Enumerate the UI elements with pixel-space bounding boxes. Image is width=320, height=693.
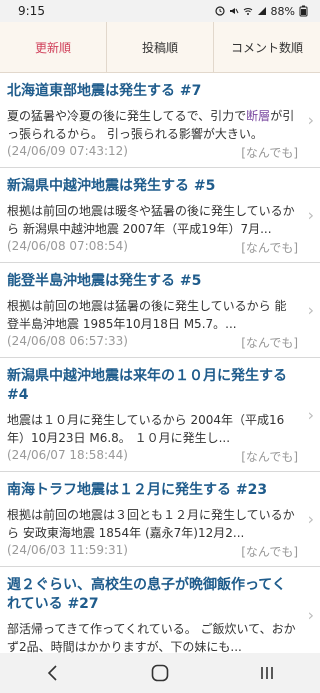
back-button[interactable] xyxy=(33,658,73,688)
recents-icon xyxy=(260,667,273,679)
status-icons: 88% xyxy=(214,4,308,18)
post-category: [なんでも] xyxy=(241,146,298,160)
post-title: 週２ぐらい、高校生の息子が晩御飯作ってくれている #27 xyxy=(7,577,286,612)
mute-icon xyxy=(229,8,238,14)
chevron-right-icon: › xyxy=(307,300,314,320)
post-category: [なんでも] xyxy=(241,241,298,255)
chevron-right-icon: › xyxy=(307,405,314,424)
wifi-icon xyxy=(243,8,252,15)
list-item[interactable]: 北海道東部地震は発生する #7 夏の猛暑や冷夏の後に発生してるで、引力で断層が引… xyxy=(0,73,320,168)
recents-button[interactable] xyxy=(247,658,287,688)
system-nav-bar xyxy=(0,653,320,693)
post-excerpt: 根拠は前回の地震は猛暑の後に発生しているから 能登半島沖地震 1985年10月1… xyxy=(7,299,287,331)
tab-posted[interactable]: 投稿順 xyxy=(107,22,214,72)
post-excerpt: 夏の猛暑や冷夏の後に発生してるで、引力で断層が引っ張られるから。 引っ張られる影… xyxy=(7,109,295,141)
post-excerpt: 根拠は前回の地震は暖冬や猛暑の後に発生しているから 新潟県中越沖地震 2007年… xyxy=(7,204,295,236)
post-excerpt: 部活帰ってきて作ってくれている。 ご飯炊いて、おかず2品、時間はかかりますが、下… xyxy=(7,622,296,653)
tab-comment-count[interactable]: コメント数順 xyxy=(214,22,320,72)
post-date: (24/06/08 07:08:54) xyxy=(7,239,128,253)
post-date: (24/06/03 11:59:31) xyxy=(7,543,128,557)
status-time: 9:15 xyxy=(18,4,45,18)
post-title: 新潟県中越沖地震は発生する #5 xyxy=(7,178,216,194)
signal-icon xyxy=(257,7,266,15)
battery-percent: 88% xyxy=(270,4,295,18)
post-title: 南海トラフ地震は１２月に発生する #23 xyxy=(7,482,268,498)
back-icon xyxy=(48,665,57,681)
list-item[interactable]: 南海トラフ地震は１２月に発生する #23 根拠は前回の地震は３回とも１２月に発生… xyxy=(0,472,320,567)
tab-updated[interactable]: 更新順 xyxy=(0,22,107,72)
post-category: [なんでも] xyxy=(241,545,298,559)
battery-icon xyxy=(299,5,308,17)
post-category: [なんでも] xyxy=(241,336,298,350)
post-date: (24/06/08 06:57:33) xyxy=(7,334,128,348)
list-item[interactable]: 新潟県中越沖地震は発生する #5 根拠は前回の地震は暖冬や猛暑の後に発生している… xyxy=(0,168,320,263)
status-bar: 9:15 88% xyxy=(0,0,320,22)
post-title: 新潟県中越沖地震は来年の１０月に発生する #4 xyxy=(7,368,287,403)
list-item[interactable]: 能登半島沖地震は発生する #5 根拠は前回の地震は猛暑の後に発生しているから 能… xyxy=(0,263,320,358)
thread-list: 北海道東部地震は発生する #7 夏の猛暑や冷夏の後に発生してるで、引力で断層が引… xyxy=(0,73,320,653)
post-excerpt: 地震は１０月に発生しているから 2004年（平成16年）10月23日 M6.8。… xyxy=(7,413,285,445)
post-excerpt: 根拠は前回の地震は３回とも１２月に発生しているから 安政東海地震 1854年 (… xyxy=(7,508,295,540)
chevron-right-icon: › xyxy=(307,205,314,225)
post-title: 能登半島沖地震は発生する #5 xyxy=(7,273,202,289)
chevron-right-icon: › xyxy=(307,509,314,529)
alarm-icon xyxy=(214,6,225,16)
list-item[interactable]: 週２ぐらい、高校生の息子が晩御飯作ってくれている #27 部活帰ってきて作ってく… xyxy=(0,567,320,653)
sort-tabs: 更新順 投稿順 コメント数順 xyxy=(0,22,320,73)
list-item[interactable]: 新潟県中越沖地震は来年の１０月に発生する #4 地震は１０月に発生しているから … xyxy=(0,358,320,472)
post-category: [なんでも] xyxy=(241,450,298,464)
chevron-right-icon: › xyxy=(307,605,314,624)
post-date: (24/06/07 18:58:44) xyxy=(7,448,128,462)
home-icon xyxy=(151,664,169,682)
post-date: (24/06/09 07:43:12) xyxy=(7,144,128,158)
home-button[interactable] xyxy=(140,658,180,688)
post-title: 北海道東部地震は発生する #7 xyxy=(7,83,202,99)
chevron-right-icon: › xyxy=(307,110,314,130)
